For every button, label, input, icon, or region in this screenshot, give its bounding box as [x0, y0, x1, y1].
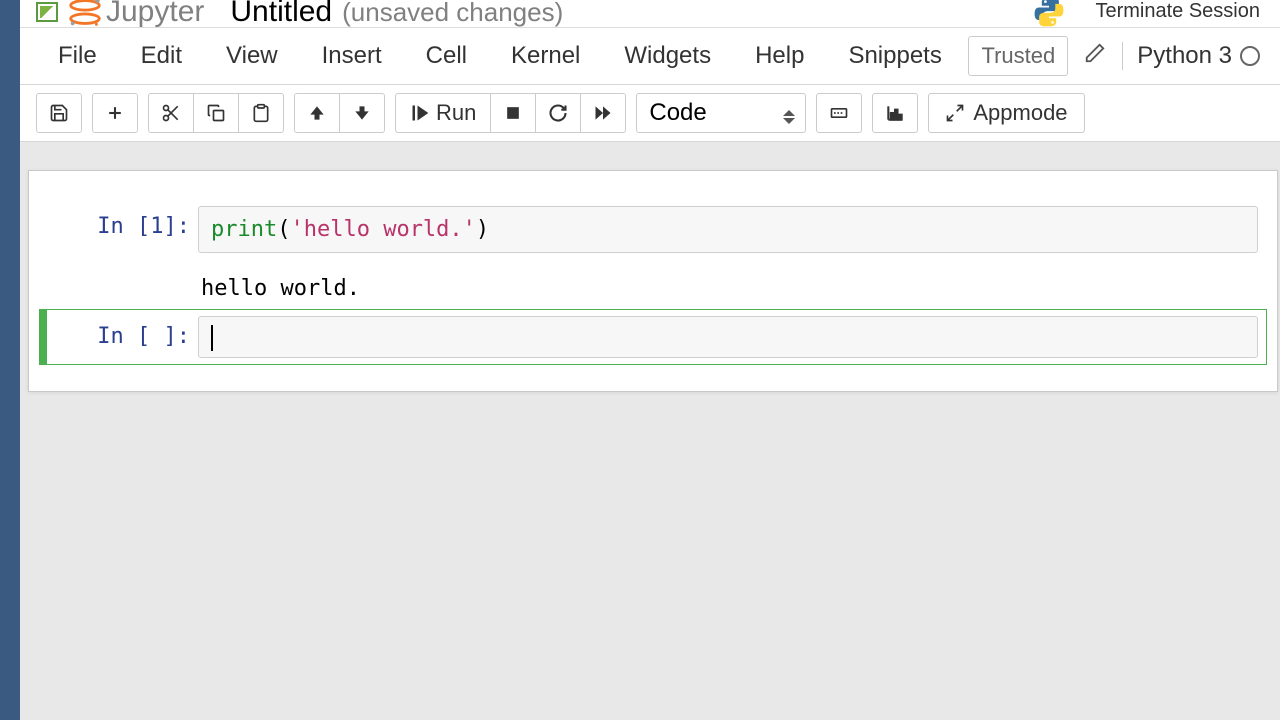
move-up-button[interactable]: [294, 93, 340, 133]
edit-icon[interactable]: [1078, 36, 1112, 76]
stop-button[interactable]: [491, 93, 536, 133]
menu-insert[interactable]: Insert: [300, 32, 404, 80]
input-prompt: In [ ]:: [48, 316, 198, 358]
copy-button[interactable]: [194, 93, 239, 133]
chart-button[interactable]: [872, 93, 918, 133]
add-cell-button[interactable]: [92, 93, 138, 133]
code-cell[interactable]: In [1]: print('hello world.'): [39, 199, 1267, 260]
restart-button[interactable]: [536, 93, 581, 133]
trusted-indicator[interactable]: Trusted: [968, 36, 1068, 76]
appmode-button[interactable]: Appmode: [928, 93, 1084, 133]
menu-widgets[interactable]: Widgets: [602, 32, 733, 80]
menu-snippets[interactable]: Snippets: [826, 32, 963, 80]
move-down-button[interactable]: [340, 93, 385, 133]
python-icon: [1031, 0, 1067, 30]
notebook-image-icon: [36, 2, 58, 22]
menu-kernel[interactable]: Kernel: [489, 32, 602, 80]
input-prompt: In [1]:: [48, 206, 198, 253]
run-button[interactable]: Run: [395, 93, 491, 133]
cursor-icon: [211, 325, 213, 351]
output-prompt: [39, 268, 189, 303]
menu-cell[interactable]: Cell: [404, 32, 489, 80]
jupyter-text: Jupyter: [106, 0, 204, 29]
jupyter-logo[interactable]: Jupyter: [66, 0, 204, 31]
notebook-name[interactable]: Untitled: [230, 0, 332, 29]
terminate-session-link[interactable]: Terminate Session: [1095, 0, 1260, 23]
restart-run-all-button[interactable]: [581, 93, 626, 133]
cut-button[interactable]: [148, 93, 194, 133]
menu-view[interactable]: View: [204, 32, 300, 80]
appmode-label: Appmode: [973, 100, 1067, 126]
notebook-container: In [1]: print('hello world.') hello worl…: [28, 170, 1278, 392]
kernel-name[interactable]: Python 3: [1137, 42, 1232, 70]
menu-edit[interactable]: Edit: [119, 32, 204, 80]
save-status: (unsaved changes): [342, 0, 563, 28]
run-label: Run: [436, 100, 476, 126]
code-input[interactable]: print('hello world.'): [198, 206, 1258, 253]
cell-type-value: Code: [649, 99, 706, 127]
cell-type-select[interactable]: Code: [636, 93, 806, 133]
save-button[interactable]: [36, 93, 82, 133]
menu-file[interactable]: File: [36, 32, 119, 80]
kernel-idle-icon: [1240, 46, 1260, 66]
menu-help[interactable]: Help: [733, 32, 826, 80]
command-palette-button[interactable]: [816, 93, 862, 133]
cell-output: hello world.: [189, 268, 372, 303]
paste-button[interactable]: [239, 93, 284, 133]
code-input[interactable]: [198, 316, 1258, 358]
code-cell-selected[interactable]: In [ ]:: [39, 309, 1267, 365]
